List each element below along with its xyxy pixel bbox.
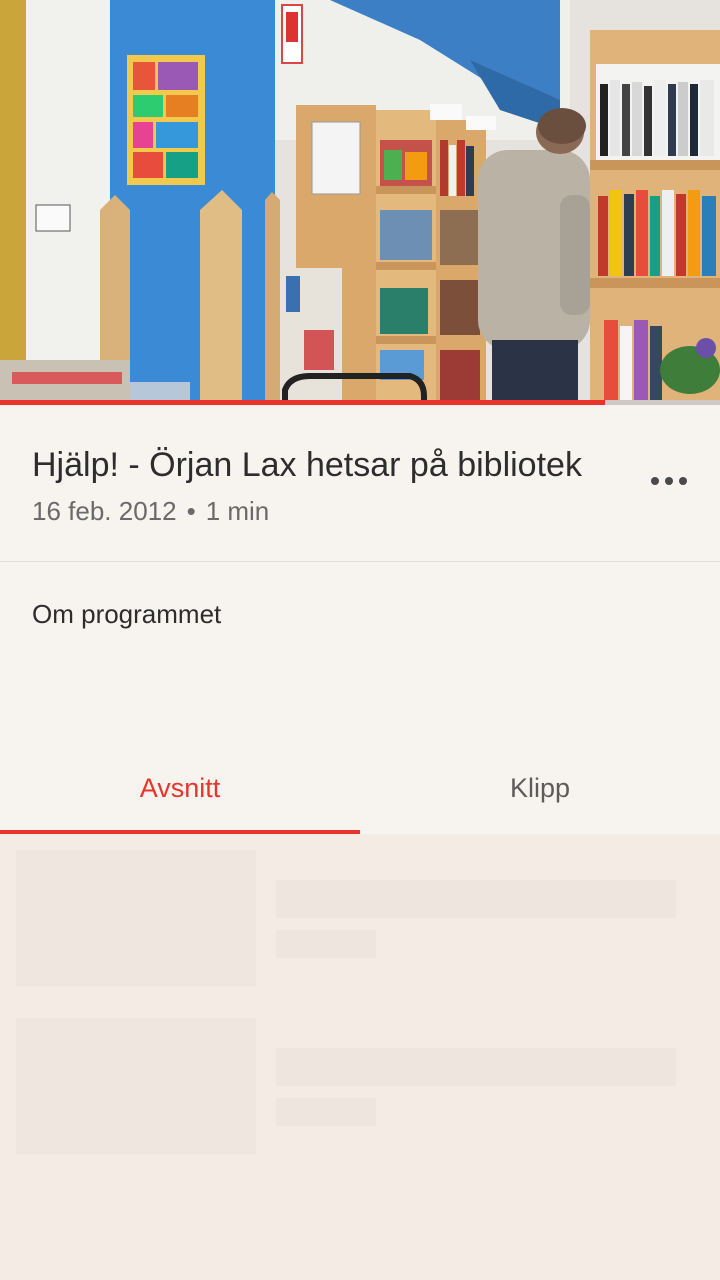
about-section[interactable]: Om programmet (0, 562, 720, 742)
program-duration: 1 min (205, 496, 270, 526)
video-player[interactable] (0, 0, 720, 405)
video-frame-library-scene (0, 0, 720, 405)
tab-bar: Avsnitt Klipp (0, 742, 720, 834)
title-placeholder (276, 880, 676, 918)
episode-list (0, 834, 720, 1280)
more-options-button[interactable] (640, 459, 700, 503)
thumbnail-placeholder (16, 850, 256, 986)
program-meta: 16 feb. 2012 • 1 min (32, 495, 269, 527)
list-item-placeholder (16, 1018, 676, 1154)
about-program-label: Om programmet (32, 599, 222, 629)
more-horizontal-icon (651, 477, 687, 485)
thumbnail-placeholder (16, 1018, 256, 1154)
meta-placeholder (276, 1098, 376, 1126)
program-title: Hjälp! - Örjan Lax hetsar på bibliotek (32, 446, 582, 484)
program-info: Hjälp! - Örjan Lax hetsar på bibliotek 1… (0, 405, 720, 562)
title-placeholder (276, 1048, 676, 1086)
tab-avsnitt[interactable]: Avsnitt (0, 742, 360, 834)
broadcast-date: 16 feb. 2012 (32, 496, 177, 526)
tab-klipp[interactable]: Klipp (360, 742, 720, 834)
program-page: Hjälp! - Örjan Lax hetsar på bibliotek 1… (0, 0, 720, 1280)
meta-separator: • (186, 496, 196, 526)
meta-placeholder (276, 930, 376, 958)
list-item-placeholder (16, 850, 676, 986)
